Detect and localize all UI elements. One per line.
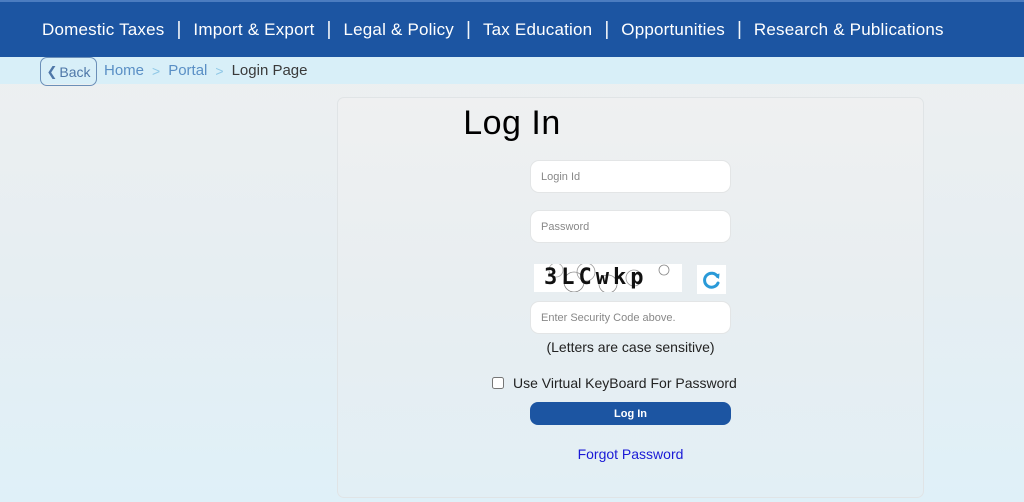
- back-button[interactable]: ❮ Back: [40, 57, 97, 86]
- breadcrumb-current: Login Page: [231, 62, 308, 79]
- nav-separator: |: [176, 18, 182, 40]
- breadcrumb-portal[interactable]: Portal: [168, 62, 207, 79]
- breadcrumb-arrow: >: [152, 62, 161, 79]
- chevron-left-icon: ❮: [46, 63, 58, 79]
- nav-import-export[interactable]: Import & Export: [193, 20, 314, 40]
- virtual-keyboard-label: Use Virtual KeyBoard For Password: [513, 375, 737, 391]
- page-title: Log In: [463, 104, 561, 142]
- security-code-input[interactable]: [530, 301, 731, 334]
- password-input[interactable]: [530, 210, 731, 243]
- captcha-image: 3LCwkp: [534, 264, 682, 292]
- nav-tax-education[interactable]: Tax Education: [483, 20, 592, 40]
- login-button[interactable]: Log In: [530, 402, 731, 425]
- refresh-icon: [702, 271, 719, 289]
- login-id-input[interactable]: [530, 160, 731, 193]
- nav-separator: |: [466, 18, 471, 40]
- nav-separator: |: [736, 18, 742, 40]
- breadcrumb-bar: ❮ Back Home > Portal > Login Page: [0, 57, 1024, 86]
- nav-domestic-taxes[interactable]: Domestic Taxes: [42, 20, 164, 40]
- captcha-refresh-button[interactable]: [697, 265, 726, 294]
- nav-legal-policy[interactable]: Legal & Policy: [343, 20, 454, 40]
- virtual-keyboard-option[interactable]: Use Virtual KeyBoard For Password: [492, 375, 737, 391]
- breadcrumb-home[interactable]: Home: [104, 62, 144, 79]
- nav-opportunities[interactable]: Opportunities: [621, 20, 725, 40]
- breadcrumb: Home > Portal > Login Page: [104, 62, 307, 79]
- case-sensitive-hint: (Letters are case sensitive): [546, 339, 715, 355]
- breadcrumb-arrow: >: [215, 62, 224, 79]
- nav-research-publications[interactable]: Research & Publications: [754, 20, 944, 40]
- login-card: [337, 97, 924, 498]
- forgot-password-link[interactable]: Forgot Password: [530, 446, 731, 462]
- top-navigation: Domestic Taxes | Import & Export | Legal…: [0, 0, 1024, 57]
- back-label: Back: [59, 63, 91, 80]
- captcha-code: 3LCwkp: [544, 265, 648, 290]
- nav-separator: |: [326, 18, 332, 40]
- nav-separator: |: [604, 18, 610, 40]
- virtual-keyboard-checkbox[interactable]: [492, 377, 504, 389]
